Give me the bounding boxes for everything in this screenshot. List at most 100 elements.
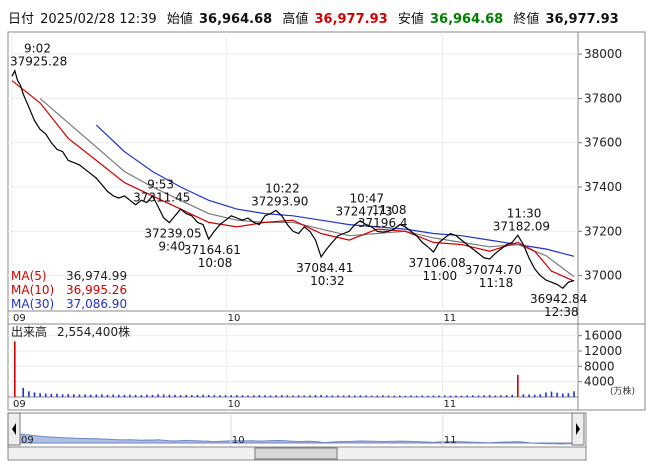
annotation-value: 37311.45 (133, 191, 190, 205)
price-tick-label: 37000 (584, 269, 622, 283)
volume-bar (84, 394, 86, 397)
volume-bar (196, 394, 199, 397)
volume-bar (101, 394, 103, 397)
volume-bar (466, 395, 468, 397)
volume-bar (39, 393, 41, 397)
volume-bar (556, 392, 558, 397)
navigator-right-button[interactable] (571, 412, 585, 446)
volume-unit: (万株) (610, 385, 635, 397)
volume-bar (443, 395, 446, 397)
volume-bar (269, 395, 272, 397)
volume-bar (500, 395, 502, 397)
volume-bar (354, 395, 356, 397)
time-tick-label: 09 (13, 313, 26, 324)
annotation-time: 11:18 (479, 276, 514, 290)
price-tick-label: 37200 (584, 224, 622, 238)
chart-canvas: 37000 37200 37400 37600 37800 38000 09 10 11 9:… (7, 31, 646, 461)
volume-bar (67, 394, 69, 397)
volume-bar (123, 394, 126, 397)
volume-bar (533, 394, 536, 397)
volume-bar (387, 395, 390, 397)
legend-ma30-value: 37,086.90 (66, 297, 127, 311)
time-tick-label: 11 (443, 313, 456, 324)
annotation-time: 9:53 (147, 178, 174, 192)
volume-bar (247, 395, 249, 397)
time-tick-label: 10 (228, 313, 241, 324)
annotation-value: 37239.05 (144, 227, 201, 241)
annotation-value: 37106.08 (409, 256, 466, 270)
volume-bar (359, 395, 362, 397)
volume-bar (61, 394, 64, 397)
volume-bar (275, 395, 277, 397)
annotation-time: 12:38 (544, 305, 579, 319)
volume-bar (314, 395, 317, 397)
navigator-left-button[interactable] (7, 412, 21, 446)
volume-tick-label: 8000 (584, 359, 615, 373)
annotation-time: 11:08 (372, 203, 407, 217)
volume-bar (382, 395, 384, 397)
volume-bar (14, 341, 16, 397)
volume-bar (342, 395, 345, 397)
volume-bar (348, 395, 350, 397)
legend-ma5-label: MA(5) (11, 269, 47, 283)
volume-bar (297, 395, 300, 397)
volume-time-tick-label: 10 (228, 399, 241, 410)
volume-bar (230, 395, 232, 397)
volume-bar (460, 395, 463, 397)
volume-bar (50, 393, 53, 397)
volume-time-tick-label: 09 (13, 399, 26, 410)
volume-bar (494, 395, 497, 397)
annotation-time: 10:22 (265, 181, 300, 195)
volume-bar (281, 395, 283, 397)
volume-bar (78, 394, 81, 397)
annotation-value: 37196.4 (358, 216, 408, 230)
volume-bar (168, 394, 171, 397)
volume-bar (236, 395, 238, 397)
volume-bar (258, 395, 261, 397)
annotation-value: 37925.28 (10, 55, 67, 69)
volume-bar (483, 395, 485, 397)
volume-bar (106, 394, 109, 397)
volume-bar (337, 395, 339, 397)
volume-bar (455, 395, 457, 397)
volume-bar (376, 395, 379, 397)
volume-bar (410, 395, 412, 397)
volume-bar (488, 395, 491, 397)
volume-bar (95, 394, 98, 397)
volume-bar (28, 391, 30, 398)
volume-bar (286, 395, 289, 397)
price-tick-label: 37600 (584, 136, 622, 150)
volume-bar (393, 395, 395, 397)
annotation-time: 9:40 (158, 240, 185, 254)
volume-bar (191, 395, 193, 397)
volume-title: 出来高 (11, 324, 47, 339)
volume-bar (140, 395, 143, 397)
volume-bar (517, 374, 519, 397)
legend-ma10-label: MA(10) (11, 283, 54, 297)
volume-bar (174, 394, 176, 397)
navigator-scroll-thumb[interactable] (254, 447, 338, 460)
volume-bar (162, 394, 165, 397)
volume-bar (118, 394, 120, 397)
volume-bar (427, 395, 429, 397)
volume-bar (545, 392, 547, 397)
volume-bar (33, 392, 36, 397)
volume-bar (213, 395, 216, 397)
legend-ma30-label: MA(30) (11, 297, 54, 311)
legend-ma5-value: 36,974.99 (66, 269, 127, 283)
annotation-time: 11:30 (507, 206, 542, 220)
volume-bar (202, 394, 204, 397)
volume-bar (151, 394, 154, 397)
volume-bar (22, 387, 24, 397)
price-tick-label: 37800 (584, 91, 622, 105)
volume-bar (112, 394, 114, 397)
annotation-time: 11:00 (423, 269, 458, 283)
volume-bar (179, 395, 182, 397)
volume-bar (415, 395, 418, 397)
volume-tick-label: 16000 (584, 329, 622, 343)
volume-bar (134, 394, 137, 397)
volume-bar (129, 394, 131, 397)
volume-bar (56, 393, 58, 397)
volume-bar (567, 393, 570, 397)
volume-bar (404, 395, 407, 397)
